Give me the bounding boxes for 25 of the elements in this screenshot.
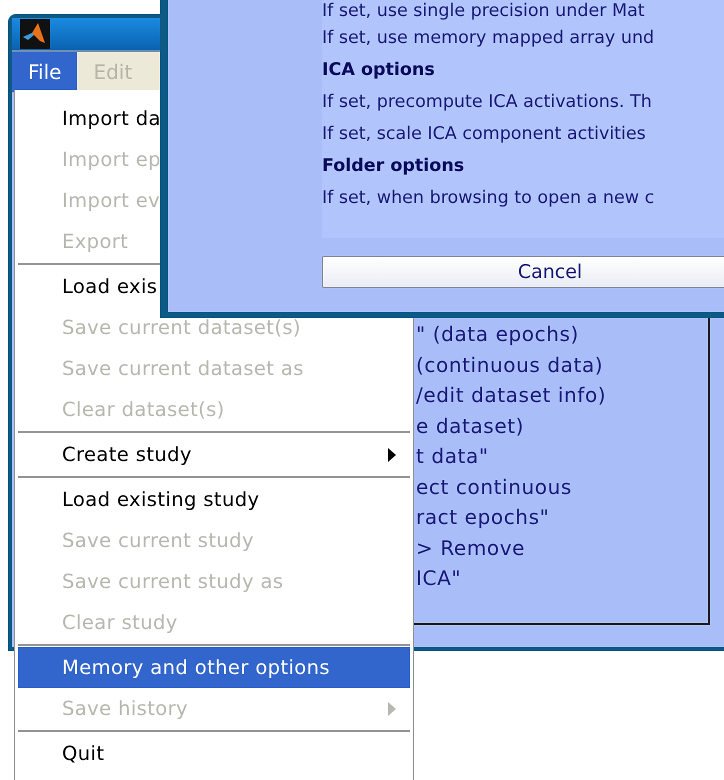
info-text: ect continuous [416, 474, 573, 500]
logo-icon [20, 19, 50, 49]
menu-item[interactable]: Create study [18, 434, 410, 475]
info-text: ract epochs" [416, 504, 550, 531]
info-text: ICA" [416, 565, 462, 592]
option-description: If set, when browsing to open a new c [322, 187, 656, 210]
cancel-button[interactable]: Cancel [322, 256, 724, 288]
info-text: > Remove [416, 534, 526, 562]
option-description: If set, use memory mapped array und [322, 27, 656, 50]
menu-title[interactable]: File [12, 52, 78, 92]
menu-item[interactable]: Quit [18, 733, 410, 774]
menu-item[interactable]: Load existing study [18, 479, 410, 520]
option-description: If set, scale ICA component activities [322, 123, 647, 146]
section-heading: Folder options [322, 155, 466, 178]
submenu-arrow-icon [388, 448, 396, 462]
info-text: e dataset) [416, 412, 526, 440]
info-text: t data" [416, 443, 490, 470]
menu-item[interactable]: Memory and other options [18, 647, 410, 688]
info-text: (continuous data) [416, 352, 604, 378]
info-text: " (data epochs) [416, 321, 580, 348]
option-description: If set, precompute ICA activations. Th [322, 91, 653, 114]
option-description: If set, use single precision under Mat [322, 0, 646, 22]
submenu-arrow-icon [388, 702, 396, 716]
section-heading: ICA options [322, 59, 436, 82]
info-text: /edit dataset info) [416, 382, 608, 409]
